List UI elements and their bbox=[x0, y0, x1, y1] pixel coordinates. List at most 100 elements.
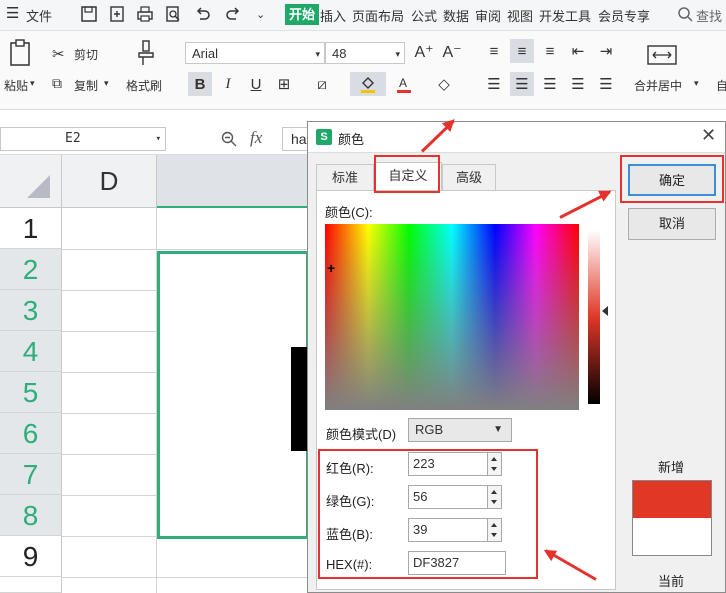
row-header[interactable]: 4 bbox=[0, 331, 62, 372]
new-color-label: 新增 bbox=[658, 460, 685, 475]
print-icon[interactable] bbox=[136, 5, 154, 23]
tab-data[interactable]: 数据 bbox=[443, 6, 469, 25]
app-logo-icon: S bbox=[316, 129, 332, 145]
fx-icon[interactable]: fx bbox=[250, 128, 262, 148]
cells-area[interactable] bbox=[62, 208, 309, 593]
align-center-icon[interactable]: ☰ bbox=[510, 72, 534, 96]
tab-developer[interactable]: 开发工具 bbox=[539, 6, 591, 25]
color-spectrum[interactable]: + bbox=[325, 224, 579, 410]
row-header[interactable]: 6 bbox=[0, 413, 62, 454]
select-all-corner[interactable] bbox=[0, 155, 62, 208]
save-icon[interactable] bbox=[80, 5, 98, 23]
chevron-down-icon: ▼ bbox=[493, 424, 503, 435]
ribbon-toolbar: 粘贴 ▾ ✂ 剪切 ⧉ 复制 ▾ 格式刷 Arial ▾ 48 ▾ A⁺ A⁻ B … bbox=[0, 31, 726, 110]
color-mode-select[interactable]: RGB ▼ bbox=[408, 418, 512, 442]
tab-standard[interactable]: 标准 bbox=[316, 164, 374, 190]
indent-increase-icon[interactable]: ⇥ bbox=[594, 39, 618, 63]
font-size-select[interactable]: 48 ▾ bbox=[325, 42, 405, 64]
more-icon[interactable]: ⌄ bbox=[256, 8, 265, 21]
merge-dropdown-icon[interactable]: ▾ bbox=[694, 78, 699, 89]
align-middle-icon[interactable]: ≡ bbox=[510, 39, 534, 63]
zoom-icon[interactable] bbox=[220, 130, 238, 148]
font-color-button[interactable]: A bbox=[392, 72, 416, 96]
auto-wrap-label[interactable]: 自 bbox=[716, 77, 726, 94]
export-icon[interactable] bbox=[108, 5, 126, 23]
tab-page-layout[interactable]: 页面布局 bbox=[352, 6, 404, 25]
justify-icon[interactable]: ☰ bbox=[566, 72, 590, 96]
copy-dropdown-icon[interactable]: ▾ bbox=[104, 78, 109, 89]
dialog-title: 颜色 bbox=[338, 132, 365, 147]
italic-button[interactable]: I bbox=[216, 72, 240, 96]
tab-start[interactable]: 开始 bbox=[285, 4, 319, 25]
redo-icon[interactable] bbox=[224, 5, 242, 23]
name-box[interactable]: E2 ▾ bbox=[0, 127, 166, 151]
increase-font-icon[interactable]: A⁺ bbox=[412, 40, 436, 64]
row-header[interactable]: 1 bbox=[0, 208, 62, 249]
luminance-slider[interactable] bbox=[588, 230, 600, 404]
align-right-icon[interactable]: ☰ bbox=[538, 72, 562, 96]
font-size-value: 48 bbox=[332, 46, 347, 61]
print-preview-icon[interactable] bbox=[164, 5, 182, 23]
align-bottom-icon[interactable]: ≡ bbox=[538, 39, 562, 63]
hamburger-menu-icon[interactable]: ☰ bbox=[6, 4, 19, 22]
close-icon[interactable]: ✕ bbox=[701, 125, 716, 146]
chevron-down-icon: ▾ bbox=[395, 49, 400, 59]
cancel-button[interactable]: 取消 bbox=[628, 208, 716, 240]
align-top-icon[interactable]: ≡ bbox=[482, 39, 506, 63]
tab-view[interactable]: 视图 bbox=[507, 6, 533, 25]
gridline bbox=[62, 290, 157, 291]
paste-icon[interactable] bbox=[8, 39, 34, 67]
annotation-box-ok-button bbox=[620, 155, 724, 203]
tab-insert[interactable]: 插入 bbox=[320, 6, 346, 25]
format-painter-icon[interactable] bbox=[136, 39, 158, 67]
row-header[interactable]: 5 bbox=[0, 372, 62, 413]
paste-label[interactable]: 粘贴 bbox=[4, 77, 28, 94]
row-header[interactable]: 8 bbox=[0, 495, 62, 536]
tab-formula[interactable]: 公式 bbox=[411, 6, 437, 25]
copy-label[interactable]: 复制 bbox=[74, 77, 98, 94]
cell-reference: E2 bbox=[65, 131, 81, 146]
cut-label[interactable]: 剪切 bbox=[74, 46, 98, 63]
paste-dropdown-icon[interactable]: ▾ bbox=[30, 78, 35, 89]
crosshair-icon: + bbox=[327, 260, 336, 276]
row-header[interactable]: 3 bbox=[0, 290, 62, 331]
dialog-titlebar[interactable]: S 颜色 ✕ bbox=[308, 122, 725, 153]
menu-file[interactable]: 文件 bbox=[26, 6, 52, 25]
tab-review[interactable]: 审阅 bbox=[475, 6, 501, 25]
row-header[interactable]: 2 bbox=[0, 249, 62, 290]
eraser-icon[interactable]: ◇ bbox=[432, 72, 456, 96]
search-label[interactable]: 查找 bbox=[696, 6, 722, 25]
fill-style-icon[interactable]: ⧄ bbox=[310, 72, 334, 96]
color-mode-value: RGB bbox=[415, 422, 444, 437]
distributed-icon[interactable]: ☰ bbox=[594, 72, 618, 96]
column-header-d[interactable]: D bbox=[62, 155, 157, 208]
merge-center-icon[interactable] bbox=[644, 43, 680, 67]
bold-button[interactable]: B bbox=[188, 72, 212, 96]
fill-color-button[interactable] bbox=[350, 72, 386, 96]
merge-center-label[interactable]: 合并居中 bbox=[634, 77, 682, 94]
gridline bbox=[62, 454, 157, 455]
formula-content: ha bbox=[291, 131, 307, 147]
undo-icon[interactable] bbox=[194, 5, 212, 23]
row-header[interactable]: 9 bbox=[0, 536, 62, 577]
tab-member[interactable]: 会员专享 bbox=[598, 6, 650, 25]
column-header-e[interactable] bbox=[157, 155, 307, 208]
search-icon[interactable] bbox=[676, 5, 694, 23]
format-painter-label[interactable]: 格式刷 bbox=[126, 77, 162, 94]
font-name-select[interactable]: Arial ▾ bbox=[185, 42, 325, 64]
luminance-pointer-icon[interactable] bbox=[602, 306, 608, 316]
chevron-down-icon: ▾ bbox=[315, 49, 320, 59]
tab-advanced[interactable]: 高级 bbox=[442, 164, 496, 190]
underline-button[interactable]: U bbox=[244, 72, 268, 96]
copy-icon[interactable]: ⧉ bbox=[52, 75, 62, 92]
selected-cell-e2[interactable] bbox=[157, 251, 309, 539]
decrease-font-icon[interactable]: A⁻ bbox=[440, 40, 464, 64]
scissors-icon[interactable]: ✂ bbox=[52, 45, 65, 63]
row-header[interactable]: 7 bbox=[0, 454, 62, 495]
gridline bbox=[62, 249, 307, 250]
color-label: 颜色(C): bbox=[325, 205, 373, 220]
border-icon[interactable]: ⊞ bbox=[272, 72, 296, 96]
align-left-icon[interactable]: ☰ bbox=[482, 72, 506, 96]
annotation-box-custom-tab bbox=[374, 155, 440, 193]
indent-decrease-icon[interactable]: ⇤ bbox=[566, 39, 590, 63]
